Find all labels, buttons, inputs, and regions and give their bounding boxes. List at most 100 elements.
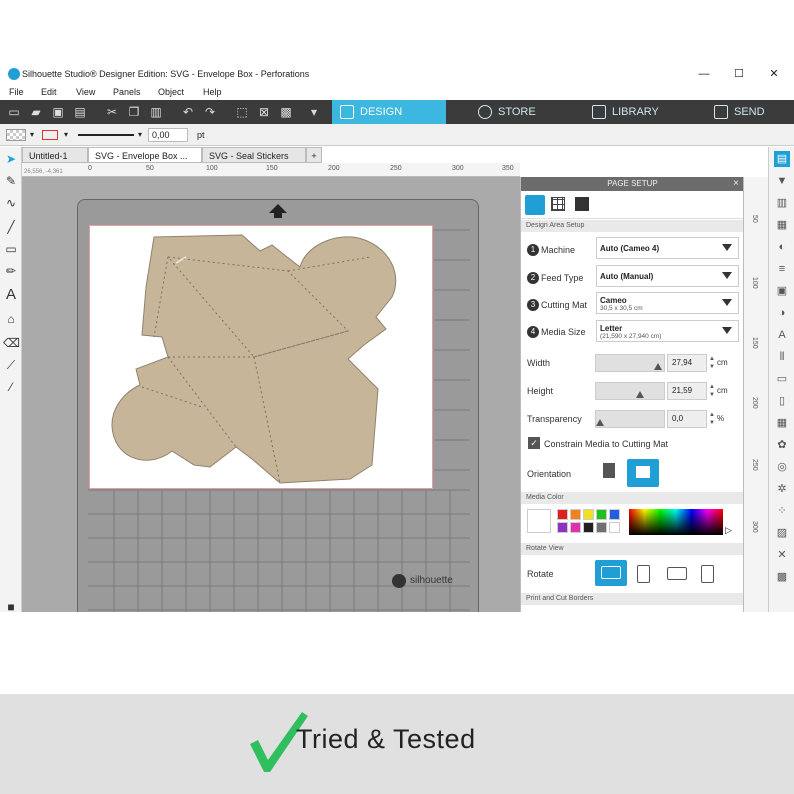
offset-panel-icon[interactable]: ◎ — [774, 459, 790, 475]
minimize-button[interactable]: — — [696, 66, 712, 82]
modify-panel-icon[interactable]: ▦ — [774, 415, 790, 431]
current-media-color-swatch[interactable] — [527, 509, 551, 533]
line-color-panel-icon[interactable]: ◐ — [774, 239, 790, 255]
open-folder-icon[interactable]: ▰ — [28, 104, 44, 120]
width-input[interactable]: 27,94 — [667, 354, 707, 372]
slider-thumb-icon[interactable] — [596, 419, 604, 426]
close-button[interactable]: ✕ — [766, 66, 782, 82]
deselect-icon[interactable]: ⊠ — [256, 104, 272, 120]
height-input[interactable]: 21,59 — [667, 382, 707, 400]
slider-thumb-icon[interactable] — [654, 363, 662, 370]
bezier-tool-icon[interactable]: ∿ — [3, 195, 19, 211]
align-panel-icon[interactable]: ⫴ — [774, 349, 790, 365]
line-width-input[interactable]: 0,00 — [148, 128, 188, 142]
pencil-tool-icon[interactable]: ✏ — [3, 263, 19, 279]
color-swatch[interactable] — [570, 509, 581, 520]
doc-tab-envelope-box[interactable]: SVG - Envelope Box ... — [88, 147, 202, 163]
rectangle-tool-icon[interactable]: ▭ — [3, 241, 19, 257]
color-swatch[interactable] — [583, 509, 594, 520]
line-style-preview[interactable] — [78, 134, 134, 136]
feed-type-dropdown[interactable]: Auto (Manual) — [596, 265, 739, 287]
new-file-icon[interactable]: ▭ — [6, 104, 22, 120]
gradient-panel-icon[interactable]: ▥ — [774, 195, 790, 211]
line-color-dropdown-icon[interactable]: ▾ — [64, 130, 68, 139]
envelope-box-design[interactable] — [102, 227, 432, 487]
print-icon[interactable]: ▤ — [72, 104, 88, 120]
color-swatch[interactable] — [570, 522, 581, 533]
line-style-panel-icon[interactable]: ≡ — [774, 261, 790, 277]
doc-tab-seal-stickers[interactable]: SVG - Seal Stickers — [202, 147, 306, 163]
cleanup-icon[interactable]: ▩ — [278, 104, 294, 120]
pattern-panel-icon[interactable]: ▦ — [774, 217, 790, 233]
cutting-mat-dropdown[interactable]: Cameo 30,5 x 30,5 cm — [596, 292, 739, 314]
color-swatch[interactable] — [609, 522, 620, 533]
rotate-90-icon[interactable] — [637, 565, 650, 583]
color-swatch[interactable] — [557, 522, 568, 533]
width-slider[interactable] — [595, 354, 665, 372]
color-swatch[interactable] — [583, 522, 594, 533]
edit-points-icon[interactable]: ✎ — [3, 173, 19, 189]
color-swatch[interactable] — [596, 509, 607, 520]
camera-icon[interactable]: ■ — [3, 599, 19, 615]
registration-tab-icon[interactable] — [575, 197, 589, 211]
transparency-slider[interactable] — [595, 410, 665, 428]
weld-panel-icon[interactable]: ✕ — [774, 547, 790, 563]
lock-panel-icon[interactable]: ▩ — [774, 569, 790, 585]
undo-icon[interactable]: ↶ — [180, 104, 196, 120]
knife-tool-icon[interactable]: ⌂ — [3, 311, 19, 327]
rotate-270-icon[interactable] — [701, 565, 714, 583]
landscape-orientation-button[interactable] — [627, 459, 659, 487]
more-tools-icon[interactable]: ▾ — [306, 104, 322, 120]
color-swatch[interactable] — [596, 522, 607, 533]
text-style-panel-icon[interactable]: A — [774, 327, 790, 343]
menu-file[interactable]: File — [9, 87, 24, 97]
color-spectrum-picker[interactable] — [629, 509, 723, 535]
design-canvas[interactable]: silhouette — [22, 177, 520, 612]
menu-help[interactable]: Help — [203, 87, 222, 97]
grid-tab-icon[interactable] — [551, 197, 565, 211]
fill-dropdown-icon[interactable]: ▾ — [30, 130, 34, 139]
rotate-180-icon[interactable] — [667, 567, 687, 580]
fill-panel-icon[interactable]: ▼ — [774, 173, 790, 189]
sparkle-panel-icon[interactable]: ⁘ — [774, 503, 790, 519]
color-swatch[interactable] — [557, 509, 568, 520]
select-tool-icon[interactable]: ➤ — [3, 151, 19, 167]
copy-icon[interactable]: ❐ — [126, 104, 142, 120]
transparency-panel-icon[interactable]: ◑ — [774, 305, 790, 321]
fill-pattern-swatch[interactable] — [6, 129, 26, 141]
slider-thumb-icon[interactable] — [636, 391, 644, 398]
tab-library[interactable]: LIBRARY — [584, 100, 684, 124]
menu-panels[interactable]: Panels — [113, 87, 141, 97]
transparency-input[interactable]: 0,0 — [667, 410, 707, 428]
menu-object[interactable]: Object — [158, 87, 184, 97]
color-swatch[interactable] — [609, 509, 620, 520]
page-setup-panel-icon[interactable]: ▤ — [774, 151, 790, 167]
tab-store[interactable]: STORE — [470, 100, 570, 124]
save-icon[interactable]: ▣ — [50, 104, 66, 120]
line-tool-icon[interactable]: ╱ — [3, 219, 19, 235]
knife-blade-icon[interactable]: ⟋ — [3, 357, 19, 373]
line-style-dropdown-icon[interactable]: ▾ — [138, 130, 142, 139]
transform-panel-icon[interactable]: ▭ — [774, 371, 790, 387]
page-setup-tab-icon[interactable] — [525, 195, 545, 215]
nesting-panel-icon[interactable]: ▨ — [774, 525, 790, 541]
maximize-button[interactable]: ☐ — [731, 66, 747, 82]
select-all-icon[interactable]: ⬚ — [234, 104, 250, 120]
height-slider[interactable] — [595, 382, 665, 400]
portrait-orientation-icon[interactable] — [603, 463, 615, 478]
tab-send[interactable]: SEND — [706, 100, 794, 124]
rotate-0-button[interactable] — [595, 560, 627, 586]
menu-edit[interactable]: Edit — [41, 87, 57, 97]
flower-panel-icon[interactable]: ✿ — [774, 437, 790, 453]
paste-icon[interactable]: ▥ — [148, 104, 164, 120]
line-color-swatch[interactable] — [42, 130, 58, 140]
constrain-checkbox[interactable]: ✓ — [528, 437, 540, 449]
eyedropper-icon[interactable]: ⁄ — [3, 379, 19, 395]
replicate-panel-icon[interactable]: ▯ — [774, 393, 790, 409]
tab-design[interactable]: DESIGN — [332, 100, 446, 124]
machine-dropdown[interactable]: Auto (Cameo 4) — [596, 237, 739, 259]
trace-panel-icon[interactable]: ✲ — [774, 481, 790, 497]
media-size-dropdown[interactable]: Letter (21,590 x 27,940 cm) — [596, 320, 739, 342]
cut-icon[interactable]: ✂ — [104, 104, 120, 120]
menu-view[interactable]: View — [76, 87, 95, 97]
